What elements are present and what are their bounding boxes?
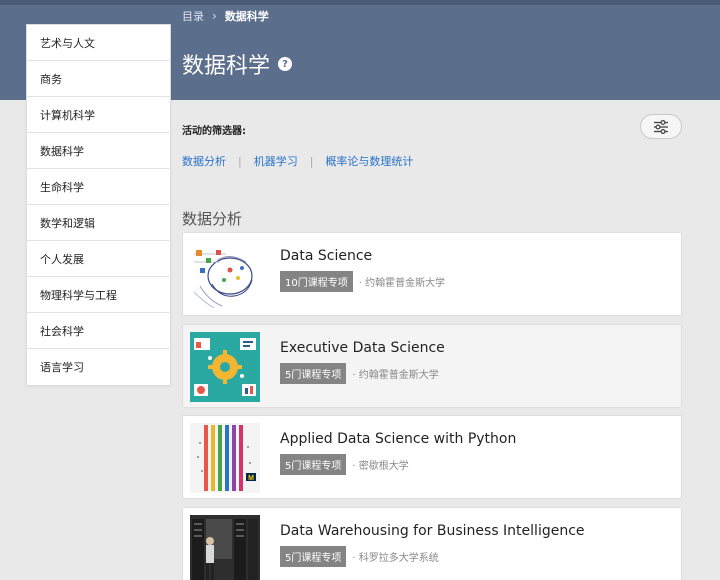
active-filter-list: 数据分析 | 机器学习 | 概率论与数理统计 xyxy=(182,153,413,169)
course-meta: 5门课程专项 · 约翰霍普金斯大学 xyxy=(280,363,439,384)
filter-link-machine-learning[interactable]: 机器学习 xyxy=(254,153,298,169)
sidebar-item-social-sciences[interactable]: 社会科学 xyxy=(27,313,170,349)
course-title[interactable]: Data Science xyxy=(280,248,372,264)
sidebar-item-computer-science[interactable]: 计算机科学 xyxy=(27,97,170,133)
course-thumbnail xyxy=(190,515,260,580)
course-meta: 10门课程专项 · 约翰霍普金斯大学 xyxy=(280,271,445,292)
breadcrumb-root-link[interactable]: 目录 xyxy=(182,8,204,24)
course-provider: · 密歇根大学 xyxy=(352,461,409,472)
page-title-row: 数据科学 ? xyxy=(182,48,293,80)
course-provider: · 约翰霍普金斯大学 xyxy=(358,278,446,289)
active-filters-label: 活动的筛选器: xyxy=(182,126,246,137)
course-provider: · 约翰霍普金斯大学 xyxy=(352,370,439,381)
course-thumbnail: M xyxy=(190,423,260,493)
course-title[interactable]: Data Warehousing for Business Intelligen… xyxy=(280,523,585,539)
sidebar-item-business[interactable]: 商务 xyxy=(27,61,170,97)
course-card[interactable]: Executive Data Science 5门课程专项 · 约翰霍普金斯大学 xyxy=(182,324,682,408)
sidebar-item-arts-humanities[interactable]: 艺术与人文 xyxy=(27,25,170,61)
filter-separator: | xyxy=(309,154,314,168)
course-title[interactable]: Executive Data Science xyxy=(280,340,445,356)
breadcrumb-separator: › xyxy=(212,9,217,23)
filter-separator: | xyxy=(238,154,242,168)
course-meta: 5门课程专项 · 科罗拉多大学系统 xyxy=(280,546,439,567)
svg-text:M: M xyxy=(248,475,254,482)
course-card[interactable]: M Applied Data Science with Python 5门课程专… xyxy=(182,415,682,499)
course-thumbnail xyxy=(190,332,260,402)
course-badge: 5门课程专项 xyxy=(280,546,347,567)
page-title: 数据科学 xyxy=(182,54,271,79)
sidebar-item-physical-science-engineering[interactable]: 物理科学与工程 xyxy=(27,277,170,313)
category-sidebar: 艺术与人文 商务 计算机科学 数据科学 生命科学 数学和逻辑 个人发展 物理科学… xyxy=(26,24,171,386)
sidebar-item-math-logic[interactable]: 数学和逻辑 xyxy=(27,205,170,241)
filter-link-probability-statistics[interactable]: 概率论与数理统计 xyxy=(325,153,413,169)
course-title[interactable]: Applied Data Science with Python xyxy=(280,431,516,447)
course-card[interactable]: Data Warehousing for Business Intelligen… xyxy=(182,507,682,580)
filter-settings-button[interactable] xyxy=(640,114,682,139)
breadcrumb: 目录 › 数据科学 xyxy=(182,8,269,24)
page: 目录 › 数据科学 数据科学 ? 艺术与人文 商务 计算机科学 数据科学 生命科… xyxy=(0,0,720,580)
breadcrumb-current: 数据科学 xyxy=(224,10,269,23)
course-meta: 5门课程专项 · 密歇根大学 xyxy=(280,454,409,475)
sidebar-item-data-science[interactable]: 数据科学 xyxy=(27,133,170,169)
course-badge: 5门课程专项 xyxy=(280,454,347,475)
sliders-icon xyxy=(654,119,668,134)
sidebar-item-personal-development[interactable]: 个人发展 xyxy=(27,241,170,277)
course-provider: · 科罗拉多大学系统 xyxy=(352,553,439,564)
course-badge: 5门课程专项 xyxy=(280,363,347,384)
help-icon[interactable]: ? xyxy=(278,57,293,71)
sidebar-item-language-learning[interactable]: 语言学习 xyxy=(27,349,170,385)
course-thumbnail xyxy=(190,240,260,310)
course-card[interactable]: Data Science 10门课程专项 · 约翰霍普金斯大学 xyxy=(182,232,682,316)
course-badge: 10门课程专项 xyxy=(280,271,353,292)
sidebar-item-life-sciences[interactable]: 生命科学 xyxy=(27,169,170,205)
section-title: 数据分析 xyxy=(182,210,243,228)
filter-link-data-analysis[interactable]: 数据分析 xyxy=(182,153,226,169)
